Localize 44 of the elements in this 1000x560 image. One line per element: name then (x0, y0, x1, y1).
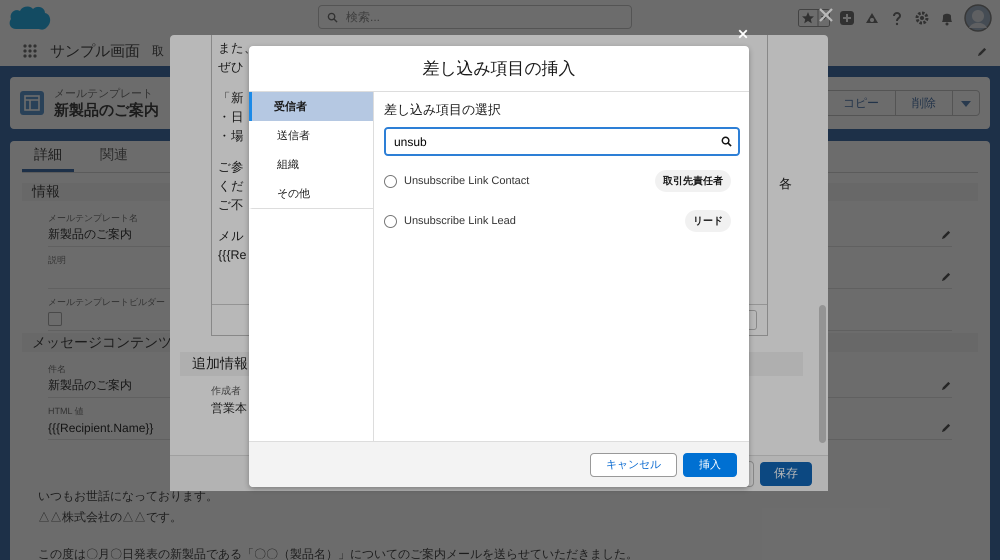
record-title: 新製品のご案内 (54, 101, 159, 120)
email-text: メル (218, 228, 245, 245)
email-text: ・日 (218, 109, 245, 126)
option-label[interactable]: Unsubscribe Link Lead (404, 215, 516, 227)
tab[interactable]: 関連 (88, 141, 140, 172)
search-field[interactable]: unsub (384, 127, 740, 156)
field-label: メールテンプレートビルダー (48, 296, 165, 310)
email-text: ・場 (218, 128, 245, 145)
tab[interactable]: 詳細 (22, 141, 74, 172)
email-text: くだ (218, 178, 245, 195)
field-label: 件名 (48, 363, 66, 376)
footer-button[interactable]: 挿入 (683, 452, 737, 476)
nav-item[interactable]: 取 (152, 42, 164, 60)
email-text: 「新 (218, 90, 245, 107)
email-text: ぜひ (218, 59, 245, 76)
modal-title: 差し込み項目の挿入 (422, 58, 576, 80)
record-type: メールテンプレート (54, 86, 154, 101)
field-label: メールテンプレート名 (48, 212, 138, 226)
option-label[interactable]: Unsubscribe Link Contact (404, 175, 530, 187)
body-text: いつもお世話になっております。 (38, 488, 219, 505)
body-text: この度は〇月〇日発表の新製品である「〇〇（製品名）」についてのご案内メールを送らせていただきました。 (38, 546, 639, 560)
email-text: ご参 (218, 159, 245, 176)
email-text: また、 (218, 40, 258, 57)
category-item[interactable]: その他 (249, 179, 373, 209)
field-label: 作成者 (211, 384, 242, 398)
category-item[interactable]: 送信者 (249, 121, 373, 150)
email-text: 各 (779, 175, 792, 193)
save-button[interactable]: 保存 (760, 462, 812, 486)
object-badge: リード (685, 210, 731, 232)
body-text: △△株式会社の△△です。 (38, 509, 183, 526)
email-text: ご不 (218, 197, 245, 214)
field-value: {{{Recipient.Name}} (48, 420, 154, 434)
field-value: 新製品のご案内 (48, 226, 132, 244)
category-item[interactable]: 受信者 (249, 92, 373, 121)
field-value: 営業本 (211, 400, 248, 417)
object-badge: 取引先責任者 (655, 170, 731, 192)
email-text: {{{Re (218, 247, 248, 264)
field-value: 新製品のご案内 (48, 377, 132, 394)
app-name: サンプル画面 (50, 42, 140, 60)
footer-button[interactable]: キャンセル (590, 452, 677, 476)
field-label: HTML 値 (48, 405, 84, 418)
pane-heading: 差し込み項目の選択 (384, 101, 502, 119)
field-label: 説明 (48, 254, 66, 268)
category-item[interactable]: 組織 (249, 150, 373, 179)
